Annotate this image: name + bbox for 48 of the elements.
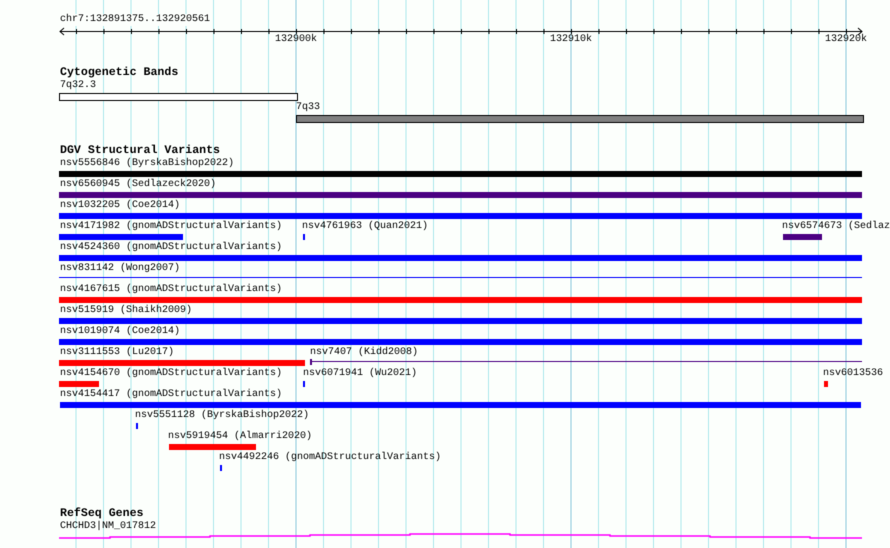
variant-label: nsv6071941 (Wu2021) xyxy=(303,368,418,380)
variant-label: nsv831142 (Wong2007) xyxy=(60,263,180,275)
variant-bar[interactable] xyxy=(59,360,305,366)
variant-label: nsv1032205 (Coe2014) xyxy=(60,200,180,212)
band-bar[interactable] xyxy=(59,93,298,101)
variant-label: nsv4154670 (gnomADStructuralVariants) xyxy=(60,368,282,380)
variant-bar[interactable] xyxy=(59,381,99,387)
band-label: 7q33 xyxy=(296,102,320,114)
variant-bar[interactable] xyxy=(824,381,828,387)
variant-bar[interactable] xyxy=(59,192,862,198)
variant-label: nsv5551128 (ByrskaBishop2022) xyxy=(135,410,310,422)
variant-label: nsv4761963 (Quan2021) xyxy=(302,221,428,233)
track-title: Cytogenetic Bands xyxy=(59,66,180,80)
variant-label: nsv6574673 (Sedlaz xyxy=(782,221,890,233)
variant-label: nsv4492246 (gnomADStructuralVariants) xyxy=(219,452,442,464)
location-label: chr7:132891375..132920561 xyxy=(60,14,210,26)
variant-line[interactable] xyxy=(59,277,862,278)
gene-label: CHCHD3|NM_017812 xyxy=(59,521,156,533)
variant-label: nsv4524360 (gnomADStructuralVariants) xyxy=(60,242,282,254)
variant-bar[interactable] xyxy=(59,213,862,219)
tick-label: 132910k xyxy=(549,34,593,46)
tick-label: 132920k xyxy=(824,34,868,46)
variant-label: nsv5556846 (ByrskaBishop2022) xyxy=(60,158,234,170)
variant-bar[interactable] xyxy=(59,318,862,324)
variant-label: nsv3111553 (Lu2017) xyxy=(60,347,174,359)
variant-bar[interactable] xyxy=(59,234,183,240)
variant-bar[interactable] xyxy=(169,444,256,450)
variant-label: nsv515919 (Shaikh2009) xyxy=(60,305,192,317)
variant-bar[interactable] xyxy=(59,255,862,261)
variant-label: nsv4171982 (gnomADStructuralVariants) xyxy=(60,221,282,233)
variant-bar[interactable] xyxy=(60,402,861,408)
track-title: RefSeq Genes xyxy=(59,507,144,520)
variant-label: nsv4154417 (gnomADStructuralVariants) xyxy=(60,389,282,401)
gene-line[interactable] xyxy=(59,533,862,539)
variant-label: nsv4167615 (gnomADStructuralVariants) xyxy=(60,284,282,296)
track-title: DGV Structural Variants xyxy=(59,144,222,158)
variant-label: nsv7407 (Kidd2008) xyxy=(310,347,418,359)
band-label: 7q32.3 xyxy=(60,80,96,92)
variant-label: nsv5919454 (Almarri2020) xyxy=(168,431,312,443)
variant-bar[interactable] xyxy=(783,234,822,240)
variant-bar[interactable] xyxy=(59,171,862,177)
tick-label: 132900k xyxy=(274,34,318,46)
variant-line[interactable] xyxy=(310,361,862,362)
variant-label: nsv1019074 (Coe2014) xyxy=(60,326,180,338)
variant-label: nsv6560945 (Sedlazeck2020) xyxy=(60,179,216,191)
variant-label: nsv6013536 xyxy=(823,368,884,380)
variant-bar[interactable] xyxy=(59,339,862,345)
variant-bar[interactable] xyxy=(59,297,862,303)
